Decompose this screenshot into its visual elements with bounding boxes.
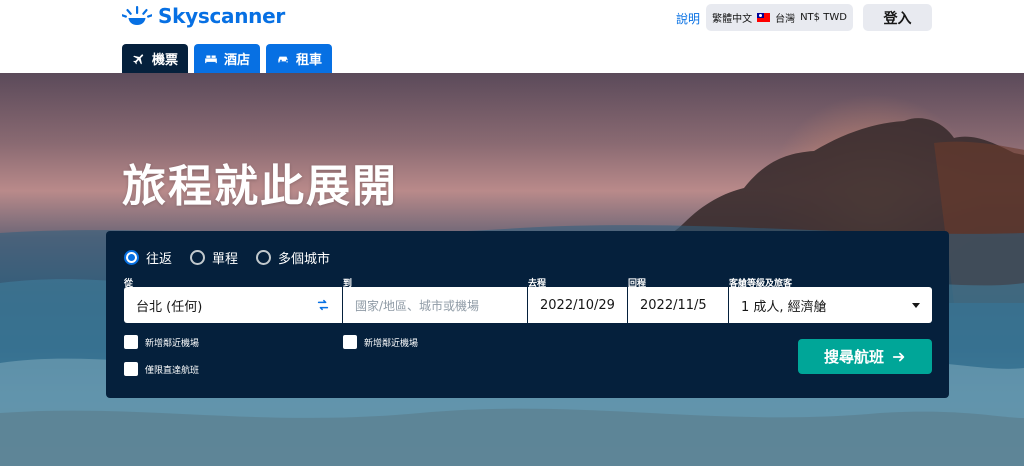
search-flights-label: 搜尋航班 — [823, 348, 884, 366]
skyscanner-logo[interactable]: Skyscanner — [122, 4, 285, 28]
cabin-travellers-select[interactable]: 1 成人, 經濟艙 — [729, 287, 932, 323]
to-input[interactable]: 國家/地區、城市或機場 — [343, 287, 527, 323]
nearby-origin-checkbox[interactable] — [124, 335, 138, 349]
nearby-origin-label: 新增鄰近機場 — [145, 338, 200, 349]
trip-type-multi-city[interactable]: 多個城市 — [256, 248, 330, 267]
tab-car-hire-label: 租車 — [296, 53, 323, 68]
locale-selector-button[interactable]: 繁體中文 台灣 NT$ TWD — [706, 4, 853, 31]
radio-one-way[interactable] — [190, 250, 206, 265]
chevron-down-icon — [912, 302, 920, 308]
depart-date-input[interactable]: 2022/10/29 — [528, 287, 627, 323]
trip-type-one-way[interactable]: 單程 — [190, 248, 238, 267]
help-link[interactable]: 說明 — [676, 10, 700, 27]
product-tabs: 機票 酒店 租車 — [122, 44, 333, 73]
trip-type-return[interactable]: 往返 — [124, 248, 172, 267]
radio-multi-city[interactable] — [256, 250, 272, 265]
login-button[interactable]: 登入 — [863, 4, 932, 31]
plane-icon — [133, 53, 144, 64]
swap-airports-button[interactable] — [316, 298, 330, 312]
flight-search-panel: 往返 單程 多個城市 從 到 去程 回程 客艙等級及旅客 台北 (任何) 國家/… — [106, 231, 949, 398]
site-header: Skyscanner 說明 繁體中文 台灣 NT$ TWD 登入 機票 酒店 租… — [0, 0, 1024, 73]
nearby-origin-option[interactable]: 新增鄰近機場 — [124, 335, 199, 349]
nearby-destination-option[interactable]: 新增鄰近機場 — [343, 335, 418, 349]
swap-arrows-icon — [317, 299, 329, 311]
direct-only-label: 僅限直達航班 — [145, 365, 200, 376]
trip-type-selector: 往返 單程 多個城市 — [124, 248, 330, 267]
taiwan-flag-icon — [757, 13, 771, 22]
from-value: 台北 (任何) — [136, 299, 203, 315]
currency-label: NT$ TWD — [800, 12, 847, 23]
nearby-destination-label: 新增鄰近機場 — [364, 338, 419, 349]
trip-type-return-label: 往返 — [146, 252, 173, 267]
from-input[interactable]: 台北 (任何) — [124, 287, 342, 323]
tab-flights[interactable]: 機票 — [122, 44, 189, 73]
radio-return[interactable] — [124, 250, 139, 265]
direct-only-option[interactable]: 僅限直達航班 — [124, 362, 199, 376]
trip-type-multi-city-label: 多個城市 — [278, 252, 331, 267]
return-date-input[interactable]: 2022/11/5 — [628, 287, 728, 323]
arrow-right-icon — [892, 352, 905, 361]
language-label: 繁體中文 — [712, 14, 753, 25]
bed-icon — [205, 55, 217, 63]
tab-flights-label: 機票 — [152, 53, 179, 68]
tab-hotels[interactable]: 酒店 — [194, 44, 261, 73]
sunrise-logo-icon — [122, 6, 152, 25]
region-label: 台灣 — [775, 14, 796, 25]
nearby-destination-checkbox[interactable] — [343, 335, 357, 349]
tab-car-hire[interactable]: 租車 — [266, 44, 333, 73]
brand-name: Skyscanner — [158, 4, 285, 28]
trip-type-one-way-label: 單程 — [212, 252, 239, 267]
hero-headline: 旅程就此展開 — [122, 161, 398, 212]
cabin-value: 1 成人, 經濟艙 — [741, 299, 827, 315]
tab-hotels-label: 酒店 — [224, 53, 251, 68]
search-flights-button[interactable]: 搜尋航班 — [798, 339, 932, 374]
direct-only-checkbox[interactable] — [124, 362, 138, 376]
car-icon — [278, 56, 288, 62]
